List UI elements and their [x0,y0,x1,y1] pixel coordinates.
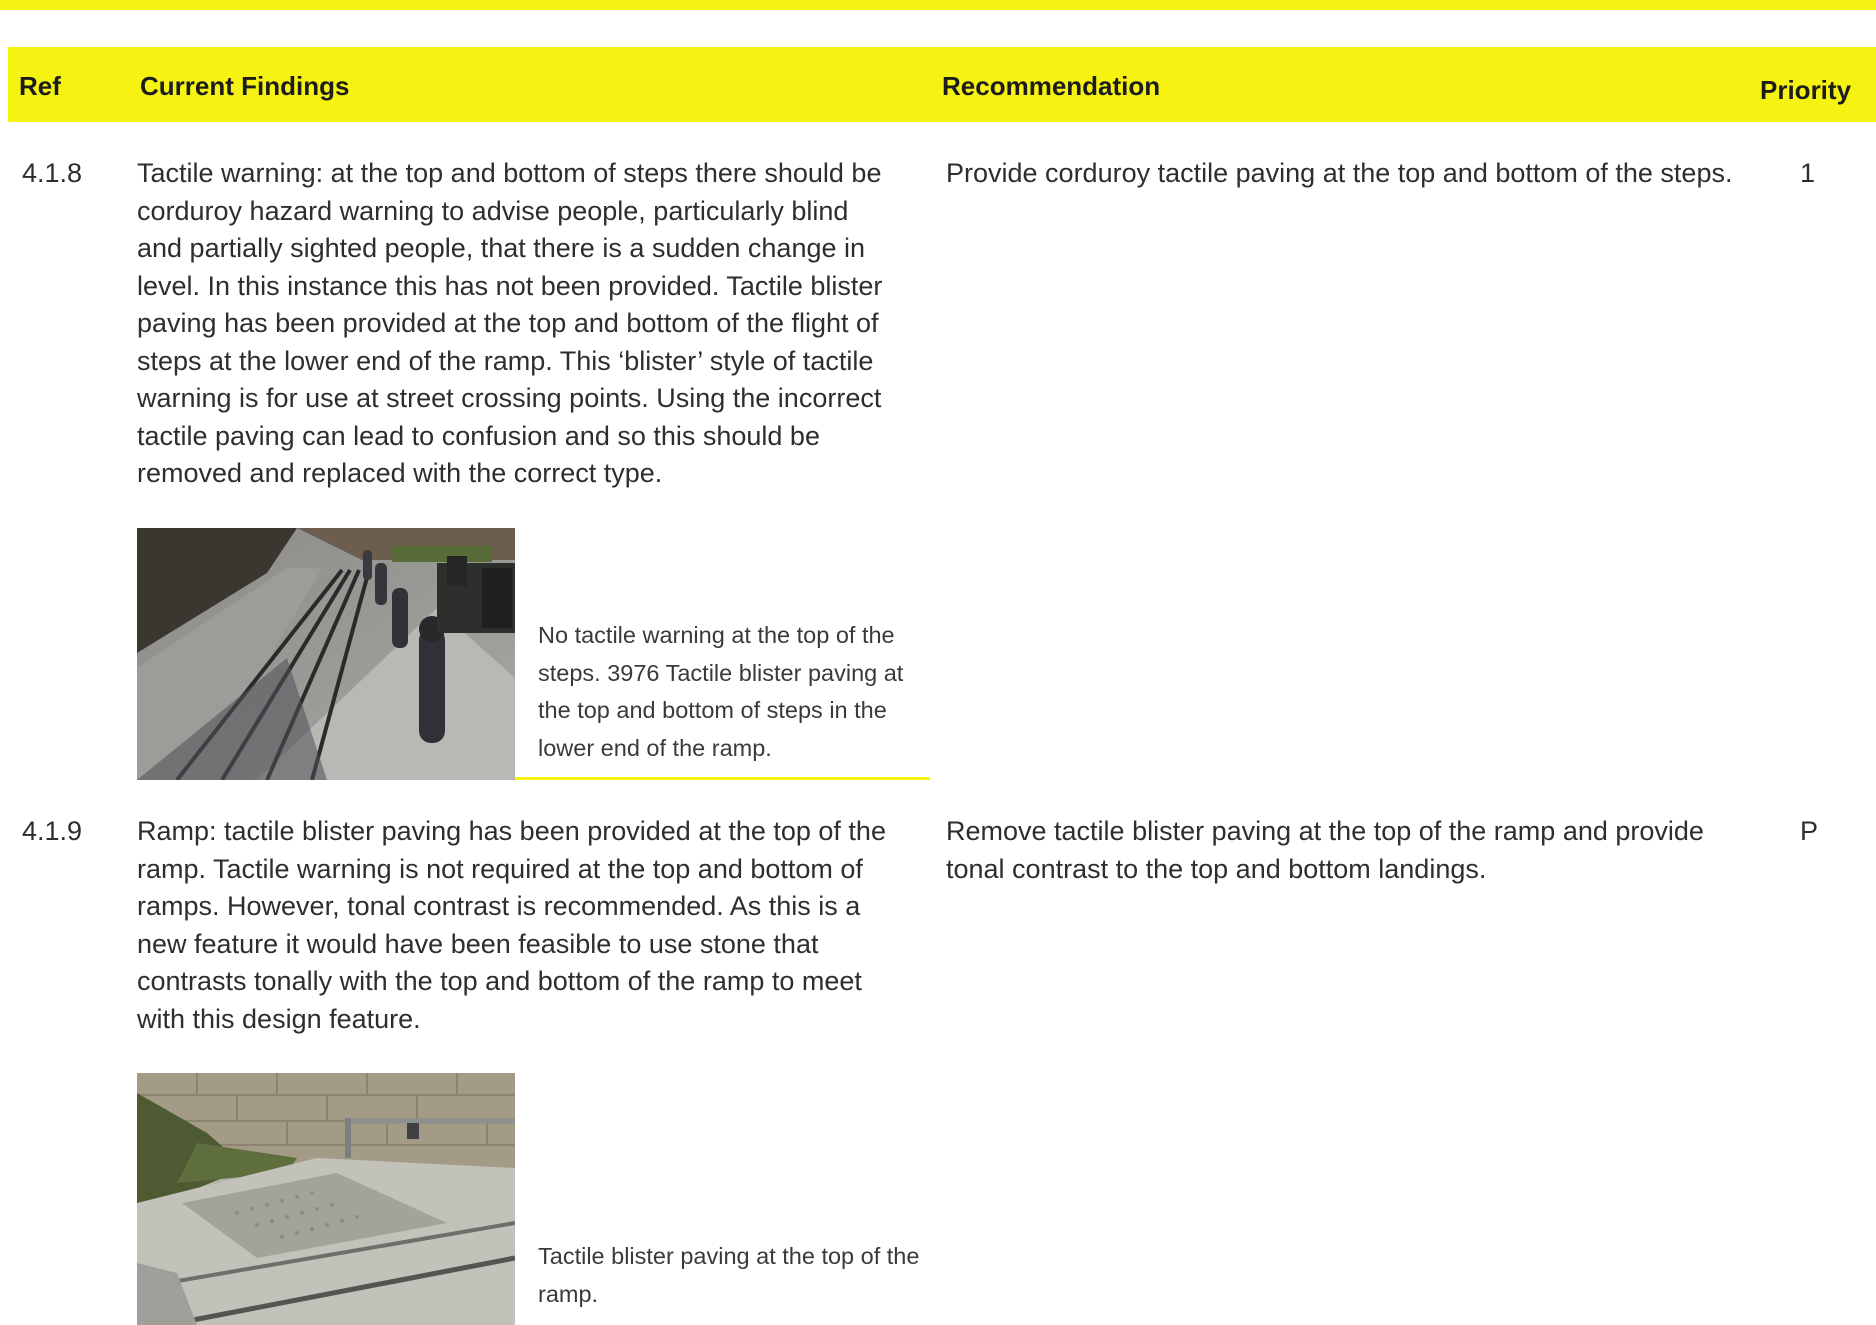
row-recommendation: Provide corduroy tactile paving at the t… [946,158,1733,188]
row-priority: 1 [1800,158,1816,188]
top-accent-rule [0,0,1876,10]
row-ref: 4.1.8 [22,158,83,188]
header-ref: Ref [19,71,61,101]
header-current-findings: Current Findings [140,71,350,101]
ramp-photo [137,1073,515,1325]
photo-caption: Tactile blister paving at the top of the… [538,1243,920,1307]
header-priority: Priority [1760,75,1852,105]
steps-photo [137,528,515,780]
row-finding: Ramp: tactile blister paving has been pr… [137,816,886,1034]
header-recommendation: Recommendation [942,71,1161,101]
photo-caption: No tactile warning at the top of the ste… [538,622,904,761]
row-finding: Tactile warning: at the top and bottom o… [137,158,883,488]
caption-divider [515,777,930,780]
row-priority: P [1800,816,1819,846]
row-ref: 4.1.9 [22,816,83,846]
row-recommendation: Remove tactile blister paving at the top… [946,816,1704,884]
